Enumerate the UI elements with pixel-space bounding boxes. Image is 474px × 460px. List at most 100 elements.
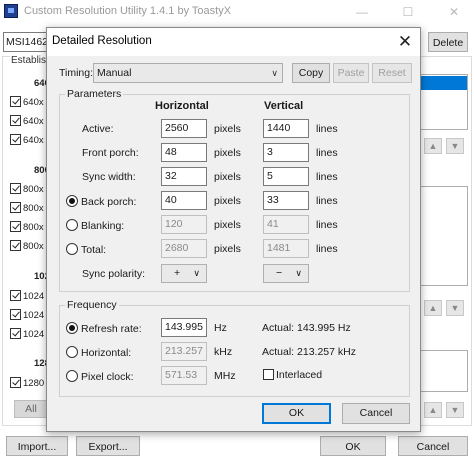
move-down-icon[interactable]: ▼	[446, 402, 464, 418]
checkbox-checked-icon[interactable]	[10, 96, 21, 107]
blanking-vertical-input[interactable]: 41	[263, 215, 309, 234]
radio-unselected-icon[interactable]	[66, 219, 78, 231]
resolution-checkbox-row[interactable]: 1024	[10, 290, 44, 302]
vertical-polarity-select[interactable]: − ∨	[263, 264, 309, 283]
checkbox-checked-icon[interactable]	[10, 290, 21, 301]
checkbox-checked-icon[interactable]	[10, 377, 21, 388]
move-down-icon[interactable]: ▼	[446, 138, 464, 154]
interlaced-checkbox[interactable]: Interlaced	[263, 369, 322, 381]
app-icon	[4, 4, 18, 18]
resolution-checkbox-row[interactable]: 640x	[10, 134, 44, 146]
resolution-checkbox-row[interactable]: 1024	[10, 328, 44, 340]
main-cancel-button[interactable]: Cancel	[398, 436, 468, 456]
resolution-checkbox-row[interactable]: 800x	[10, 240, 44, 252]
resolution-checkbox-row[interactable]: 800x	[10, 221, 44, 233]
monitor-select[interactable]: MSI1462	[3, 32, 51, 52]
extension-data-list[interactable]	[420, 350, 468, 392]
sync-width-horizontal-input[interactable]: 32	[161, 167, 207, 186]
radio-selected-icon[interactable]	[66, 322, 78, 334]
lines-unit: lines	[316, 219, 338, 231]
delete-button[interactable]: Delete	[428, 32, 468, 52]
chevron-down-icon: ∨	[193, 268, 200, 278]
move-up-icon[interactable]: ▲	[424, 138, 442, 154]
resolution-checkbox-row[interactable]: 1280	[10, 377, 44, 389]
radio-unselected-icon[interactable]	[66, 346, 78, 358]
front-porch-horizontal-input[interactable]: 48	[161, 143, 207, 162]
lines-unit: lines	[316, 171, 338, 183]
resolution-checkbox-row[interactable]: 1024	[10, 309, 44, 321]
move-up-icon[interactable]: ▲	[424, 300, 442, 316]
checkbox-checked-icon[interactable]	[10, 328, 21, 339]
horizontal-column-header: Horizontal	[155, 100, 209, 112]
refresh-rate-radio[interactable]: Refresh rate:	[66, 322, 142, 335]
radio-unselected-icon[interactable]	[66, 370, 78, 382]
blanking-horizontal-input[interactable]: 120	[161, 215, 207, 234]
back-porch-vertical-input[interactable]: 33	[263, 191, 309, 210]
dialog-cancel-button[interactable]: Cancel	[342, 403, 410, 424]
pixels-unit: pixels	[214, 219, 241, 231]
hz-unit: Hz	[214, 322, 227, 334]
checkbox-checked-icon[interactable]	[10, 202, 21, 213]
minimize-button[interactable]: —	[348, 2, 376, 22]
maximize-button[interactable]: ☐	[394, 2, 422, 22]
pixels-unit: pixels	[214, 171, 241, 183]
pixel-clock-radio[interactable]: Pixel clock:	[66, 370, 134, 383]
horizontal-polarity-select[interactable]: + ∨	[161, 264, 207, 283]
main-ok-button[interactable]: OK	[320, 436, 386, 456]
vertical-column-header: Vertical	[264, 100, 304, 112]
active-vertical-input[interactable]: 1440	[263, 119, 309, 138]
checkbox-unchecked-icon[interactable]	[263, 369, 274, 380]
radio-unselected-icon[interactable]	[66, 243, 78, 255]
lines-unit: lines	[316, 195, 338, 207]
timing-value: Manual	[97, 67, 132, 79]
horizontal-frequency-radio[interactable]: Horizontal:	[66, 346, 131, 359]
checkbox-checked-icon[interactable]	[10, 134, 21, 145]
parameters-group-label: Parameters	[65, 88, 124, 100]
refresh-rate-input[interactable]: 143.995	[161, 318, 207, 337]
resolution-checkbox-row[interactable]: 800x	[10, 202, 44, 214]
checkbox-checked-icon[interactable]	[10, 221, 21, 232]
main-close-button[interactable]: ✕	[440, 2, 468, 22]
pixel-clock-input[interactable]: 571.53	[161, 366, 207, 385]
resolution-checkbox-row[interactable]: 640x	[10, 96, 44, 108]
active-horizontal-input[interactable]: 2560	[161, 119, 207, 138]
sync-width-vertical-input[interactable]: 5	[263, 167, 309, 186]
import-button[interactable]: Import...	[6, 436, 68, 456]
pixels-unit: pixels	[214, 123, 241, 135]
selected-list-item[interactable]	[421, 76, 467, 90]
khz-unit: kHz	[214, 346, 233, 358]
resolution-checkbox-row[interactable]: 640x	[10, 115, 44, 127]
front-porch-vertical-input[interactable]: 3	[263, 143, 309, 162]
all-button[interactable]: All	[14, 400, 48, 418]
resolution-checkbox-row[interactable]: 800x	[10, 183, 44, 195]
copy-button[interactable]: Copy	[292, 63, 330, 83]
checkbox-checked-icon[interactable]	[10, 183, 21, 194]
dialog-close-icon[interactable]: ✕	[393, 31, 417, 53]
horizontal-frequency-input[interactable]: 213.257	[161, 342, 207, 361]
radio-selected-icon[interactable]	[66, 195, 78, 207]
blanking-radio[interactable]: Blanking:	[66, 219, 124, 232]
move-up-icon[interactable]: ▲	[424, 402, 442, 418]
back-porch-horizontal-input[interactable]: 40	[161, 191, 207, 210]
reset-button[interactable]: Reset	[372, 63, 412, 83]
total-horizontal-input[interactable]: 2680	[161, 239, 207, 258]
vertical-polarity-value: −	[276, 267, 283, 279]
back-porch-radio[interactable]: Back porch:	[66, 195, 136, 208]
lines-unit: lines	[316, 243, 338, 255]
move-down-icon[interactable]: ▼	[446, 300, 464, 316]
paste-button[interactable]: Paste	[333, 63, 369, 83]
timing-select[interactable]: Manual ∨	[93, 63, 283, 83]
checkbox-checked-icon[interactable]	[10, 240, 21, 251]
total-vertical-input[interactable]: 1481	[263, 239, 309, 258]
sync-polarity-label: Sync polarity:	[82, 268, 146, 280]
checkbox-checked-icon[interactable]	[10, 309, 21, 320]
chevron-down-icon: ∨	[271, 68, 278, 78]
timing-label: Timing:	[59, 67, 94, 79]
total-radio[interactable]: Total:	[66, 243, 106, 256]
actual-horizontal-frequency: Actual: 213.257 kHz	[262, 346, 356, 358]
checkbox-checked-icon[interactable]	[10, 115, 21, 126]
export-button[interactable]: Export...	[76, 436, 140, 456]
extension-blocks-list[interactable]	[420, 186, 468, 286]
active-label: Active:	[82, 123, 114, 135]
dialog-ok-button[interactable]: OK	[262, 403, 331, 424]
